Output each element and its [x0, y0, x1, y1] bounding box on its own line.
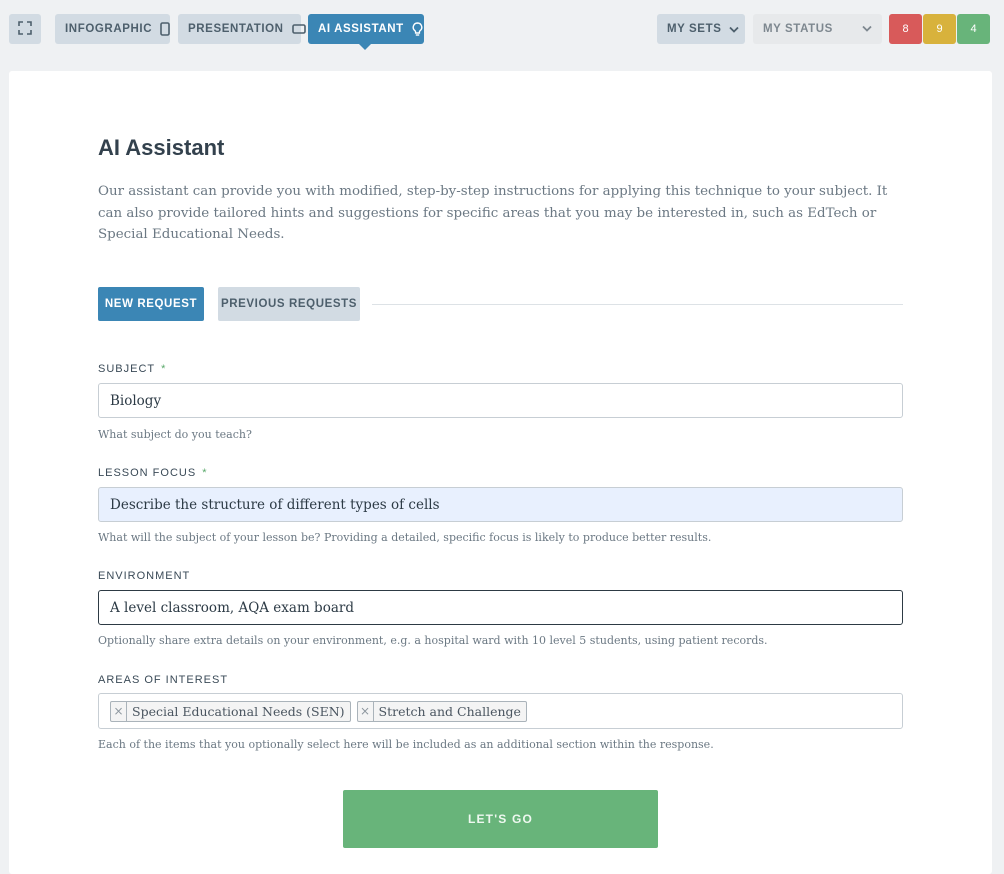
lesson-focus-label: LESSON FOCUS * [98, 467, 207, 479]
required-marker: * [161, 363, 167, 375]
presentation-label: PRESENTATION [188, 23, 284, 35]
areas-of-interest-help: Each of the items that you optionally se… [98, 738, 714, 751]
lesson-focus-field[interactable]: Describe the structure of different type… [98, 487, 903, 522]
fullscreen-button[interactable] [9, 14, 41, 44]
status-count-yellow[interactable]: 9 [923, 14, 956, 44]
subject-help: What subject do you teach? [98, 428, 252, 441]
infographic-label: INFOGRAPHIC [65, 23, 153, 35]
page-title: AI Assistant [98, 135, 225, 160]
intro-text: Our assistant can provide you with modif… [98, 184, 888, 243]
ai-assistant-label: AI ASSISTANT [318, 23, 404, 35]
environment-field[interactable]: A level classroom, AQA exam board [98, 590, 903, 625]
subject-value: Biology [110, 392, 162, 409]
interest-tag-label: Special Educational Needs (SEN) [132, 703, 345, 719]
remove-tag-icon[interactable]: × [358, 701, 374, 721]
remove-tag-icon[interactable]: × [111, 701, 127, 721]
infographic-button[interactable]: INFOGRAPHIC [55, 14, 170, 44]
chevron-down-icon [729, 26, 740, 33]
subject-label-text: SUBJECT [98, 363, 156, 375]
tab-new-request[interactable]: NEW REQUEST [98, 287, 204, 321]
lets-go-button[interactable]: LET'S GO [343, 790, 658, 848]
top-toolbar: INFOGRAPHIC PRESENTATION AI ASSISTANT MY… [0, 0, 1004, 60]
environment-help: Optionally share extra details on your e… [98, 634, 768, 647]
chevron-down-icon [862, 23, 872, 35]
landscape-icon [291, 24, 306, 34]
areas-of-interest-field[interactable]: × Special Educational Needs (SEN) × Stre… [98, 693, 903, 729]
ai-assistant-panel: AI Assistant Our assistant can provide y… [9, 71, 992, 874]
lesson-focus-help: What will the subject of your lesson be?… [98, 531, 712, 544]
environment-label: ENVIRONMENT [98, 570, 191, 582]
interest-tag-label: Stretch and Challenge [378, 703, 521, 719]
tabs-divider [372, 304, 903, 305]
lesson-focus-value: Describe the structure of different type… [110, 496, 440, 513]
required-marker: * [202, 467, 208, 479]
portrait-icon [160, 22, 170, 36]
lesson-focus-label-text: LESSON FOCUS [98, 467, 197, 479]
presentation-button[interactable]: PRESENTATION [178, 14, 306, 44]
my-sets-label: MY SETS [667, 23, 722, 35]
my-sets-dropdown[interactable]: MY SETS [657, 14, 745, 44]
subject-label: SUBJECT * [98, 363, 166, 375]
status-count-red[interactable]: 8 [889, 14, 922, 44]
lightbulb-icon [412, 21, 423, 37]
request-tabs: NEW REQUEST PREVIOUS REQUESTS [98, 287, 903, 321]
areas-of-interest-label: AREAS OF INTEREST [98, 674, 229, 686]
status-count-green[interactable]: 4 [957, 14, 990, 44]
tab-previous-requests[interactable]: PREVIOUS REQUESTS [218, 287, 360, 321]
fullscreen-icon [18, 20, 32, 38]
subject-field[interactable]: Biology [98, 383, 903, 418]
my-status-select[interactable]: MY STATUS [753, 14, 882, 44]
interest-tag: × Stretch and Challenge [356, 700, 527, 722]
my-status-label: MY STATUS [763, 23, 833, 35]
environment-value: A level classroom, AQA exam board [110, 599, 354, 616]
interest-tag: × Special Educational Needs (SEN) [110, 700, 351, 722]
ai-assistant-button[interactable]: AI ASSISTANT [308, 14, 424, 50]
